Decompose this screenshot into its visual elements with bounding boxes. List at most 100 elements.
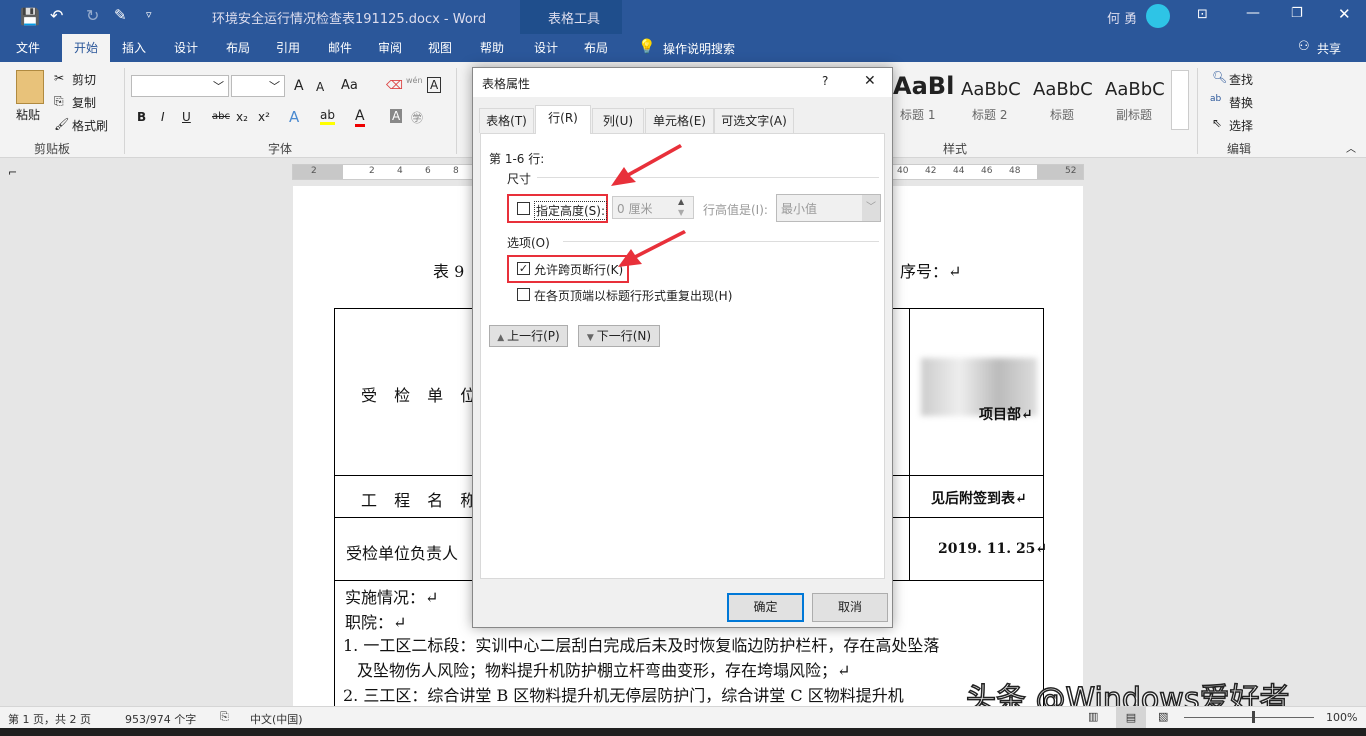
tab-review[interactable]: 审阅	[370, 34, 410, 62]
bold-button[interactable]: B	[137, 110, 146, 124]
avatar[interactable]	[1146, 4, 1170, 28]
tab-mailings[interactable]: 邮件	[320, 34, 360, 62]
text-effects-icon[interactable]: A	[289, 108, 299, 126]
tell-me-search[interactable]: 操作说明搜索	[663, 40, 735, 57]
tab-selector-icon[interactable]: ⌐	[8, 166, 17, 179]
customize-qat-icon[interactable]: ▿	[146, 8, 152, 21]
specify-height-checkbox[interactable]	[517, 202, 530, 215]
user-name[interactable]: 何 勇	[1107, 8, 1137, 27]
tab-view[interactable]: 视图	[420, 34, 460, 62]
repeat-header-checkbox[interactable]	[517, 288, 530, 301]
help-button[interactable]: ?	[822, 74, 828, 88]
tab-alt-text[interactable]: 可选文字(A)	[714, 108, 794, 133]
allow-break-label[interactable]: 允许跨页断行(K)	[534, 261, 623, 278]
copy-icon: ⎘	[54, 94, 64, 108]
proofing-icon[interactable]: ⎘	[220, 710, 229, 724]
restore-icon[interactable]: ❐	[1291, 6, 1303, 21]
web-layout-icon[interactable]: ▧	[1158, 710, 1168, 723]
date-value: 2019. 11. 25↵	[938, 541, 1048, 557]
font-color-icon[interactable]: A	[355, 108, 365, 127]
allow-break-checkbox[interactable]: ✓	[517, 262, 530, 275]
styles-scroll[interactable]	[1171, 70, 1189, 130]
subscript-button[interactable]: x₂	[236, 110, 248, 124]
redo-icon[interactable]: ↻	[86, 6, 99, 25]
tab-references[interactable]: 引用	[268, 34, 308, 62]
font-name-combo[interactable]: ﹀	[131, 75, 229, 97]
spin-down-icon[interactable]: ▼	[678, 208, 684, 217]
specify-height-label[interactable]: 指定高度(S):	[534, 201, 608, 220]
undo-icon[interactable]: ↶	[50, 6, 63, 25]
tab-home[interactable]: 开始	[62, 34, 110, 62]
find-icon: 🔍︎	[1212, 70, 1228, 84]
tab-file[interactable]: 文件	[8, 34, 48, 62]
change-case-button[interactable]: Aa	[341, 78, 358, 93]
tab-insert[interactable]: 插入	[114, 34, 154, 62]
shrink-font-button[interactable]: A	[316, 80, 324, 94]
style-heading1[interactable]: 标题 1	[900, 106, 935, 123]
format-painter-button[interactable]: 格式刷	[72, 117, 108, 134]
highlight-icon[interactable]: ab	[320, 108, 335, 125]
row-label-responsible: 受检单位负责人	[346, 544, 459, 563]
tab-help[interactable]: 帮助	[472, 34, 512, 62]
word-count[interactable]: 953/974 个字	[125, 711, 196, 727]
collapse-ribbon-icon[interactable]: ︿	[1346, 140, 1356, 155]
tab-table-design[interactable]: 设计	[526, 34, 566, 62]
zoom-slider[interactable]	[1184, 717, 1314, 718]
cancel-button[interactable]: 取消	[812, 593, 888, 622]
char-border-button[interactable]: A	[427, 77, 442, 93]
tab-row[interactable]: 行(R)	[535, 105, 591, 134]
zoom-level[interactable]: 100%	[1326, 711, 1357, 724]
ribbon-display-icon[interactable]: ⊡	[1197, 7, 1208, 22]
dialog-close-icon[interactable]: ✕	[864, 73, 876, 89]
style-heading2[interactable]: 标题 2	[972, 106, 1007, 123]
lightbulb-icon: 💡	[638, 39, 656, 55]
print-layout-icon[interactable]: ▤	[1116, 707, 1146, 728]
find-button[interactable]: 查找	[1229, 71, 1253, 88]
tab-column[interactable]: 列(U)	[592, 108, 644, 133]
previous-row-button[interactable]: ▲ 上一行(P)	[489, 325, 568, 347]
style-heading1-preview[interactable]: AaBl	[893, 72, 954, 100]
next-row-button[interactable]: ▼ 下一行(N)	[578, 325, 660, 347]
underline-button[interactable]: U	[182, 110, 191, 124]
clear-format-icon[interactable]: ⌫	[386, 78, 403, 92]
tab-cell[interactable]: 单元格(E)	[645, 108, 714, 133]
cut-button[interactable]: 剪切	[72, 71, 96, 88]
font-size-combo[interactable]: ﹀	[231, 75, 285, 97]
font-group-label: 字体	[268, 142, 293, 156]
language[interactable]: 中文(中国)	[250, 711, 303, 727]
style-title-preview[interactable]: AaBbC	[1033, 79, 1093, 100]
strikethrough-button[interactable]: abc	[212, 111, 230, 122]
select-button[interactable]: 选择	[1229, 117, 1253, 134]
zoom-slider-thumb[interactable]	[1252, 711, 1255, 723]
read-mode-icon[interactable]: ▥	[1088, 710, 1098, 723]
paste-icon[interactable]	[16, 70, 44, 104]
grow-font-button[interactable]: A	[294, 78, 304, 94]
tab-design[interactable]: 设计	[166, 34, 206, 62]
style-subtitle[interactable]: 副标题	[1116, 106, 1152, 123]
style-title[interactable]: 标题	[1050, 106, 1074, 123]
style-subtitle-preview[interactable]: AaBbC	[1105, 79, 1165, 100]
close-icon[interactable]: ✕	[1338, 5, 1351, 23]
enclose-char-icon[interactable]: ㊫	[411, 109, 423, 126]
tab-table-layout[interactable]: 布局	[576, 34, 616, 62]
ok-button[interactable]: 确定	[727, 593, 804, 622]
tab-table[interactable]: 表格(T)	[479, 108, 534, 133]
paste-button[interactable]: 粘贴	[16, 106, 40, 123]
share-button[interactable]: 共享	[1317, 40, 1341, 57]
italic-button[interactable]: I	[161, 110, 165, 124]
copy-button[interactable]: 复制	[72, 94, 96, 111]
spin-up-icon[interactable]: ▲	[678, 197, 684, 206]
superscript-button[interactable]: x²	[258, 110, 270, 124]
phonetic-guide-button[interactable]: wén	[406, 76, 423, 85]
row-height-mode-select[interactable]: 最小值 ﹀	[776, 194, 881, 222]
style-heading2-preview[interactable]: AaBbC	[961, 79, 1021, 100]
tab-layout[interactable]: 布局	[218, 34, 258, 62]
touch-mode-icon[interactable]: ✎	[114, 6, 127, 24]
char-shading-icon[interactable]: A	[390, 109, 403, 123]
editing-group-label: 编辑	[1227, 142, 1252, 156]
minimize-icon[interactable]: —	[1246, 5, 1260, 21]
save-icon[interactable]: 💾	[20, 7, 40, 26]
replace-button[interactable]: 替换	[1229, 94, 1253, 111]
repeat-header-label[interactable]: 在各页顶端以标题行形式重复出现(H)	[534, 287, 732, 304]
page-count[interactable]: 第 1 页，共 2 页	[8, 711, 91, 727]
